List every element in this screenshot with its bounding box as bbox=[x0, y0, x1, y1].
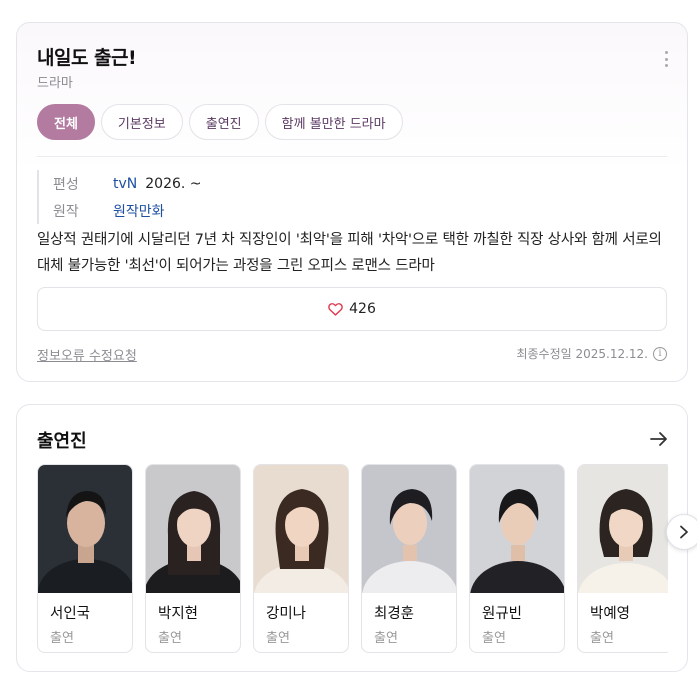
divider bbox=[37, 156, 667, 157]
cast-member-card[interactable]: 강미나 출연 bbox=[253, 464, 349, 653]
tab-cast[interactable]: 출연진 bbox=[188, 104, 259, 140]
cast-section-title: 출연진 bbox=[37, 431, 87, 452]
cast-member-card[interactable]: 박예영 출연 bbox=[577, 464, 668, 653]
cast-photo bbox=[38, 465, 132, 593]
broadcast-label: 편성 bbox=[53, 176, 79, 193]
cast-list: 서인국 출연 박지현 출연 강미나 출연 최경훈 출연 원규빈 출연 박예영 출… bbox=[37, 464, 668, 653]
cast-member-card[interactable]: 원규빈 출연 bbox=[469, 464, 565, 653]
more-vertical-icon[interactable] bbox=[661, 51, 671, 67]
cast-photo bbox=[254, 465, 348, 593]
tab-bar: 전체 기본정보 출연진 함께 볼만한 드라마 bbox=[37, 104, 403, 140]
drama-category: 드라마 bbox=[37, 76, 73, 91]
like-count: 426 bbox=[349, 301, 376, 317]
broadcast-date: 2026. ~ bbox=[145, 175, 202, 192]
tab-similar-dramas[interactable]: 함께 볼만한 드라마 bbox=[264, 104, 403, 140]
cast-name: 박지현 bbox=[158, 606, 199, 622]
cast-member-card[interactable]: 박지현 출연 bbox=[145, 464, 241, 653]
cast-photo bbox=[470, 465, 564, 593]
tab-all[interactable]: 전체 bbox=[37, 104, 95, 140]
cast-photo bbox=[146, 465, 240, 593]
info-icon[interactable]: i bbox=[653, 346, 667, 361]
last-updated-text: 최종수정일 2025.12.12. bbox=[516, 347, 648, 361]
cast-role: 출연 bbox=[374, 631, 398, 646]
cast-member-card[interactable]: 최경훈 출연 bbox=[361, 464, 457, 653]
cast-name: 최경훈 bbox=[374, 606, 415, 622]
drama-info-card: 내일도 출근! 드라마 전체 기본정보 출연진 함께 볼만한 드라마 편성 tv… bbox=[16, 22, 688, 382]
cast-photo bbox=[578, 465, 668, 593]
broadcast-channel-link[interactable]: tvN bbox=[113, 176, 137, 192]
cast-name: 원규빈 bbox=[482, 606, 523, 622]
cast-role: 출연 bbox=[482, 631, 506, 646]
cast-name: 박예영 bbox=[590, 606, 631, 622]
cast-role: 출연 bbox=[50, 631, 74, 646]
cast-role: 출연 bbox=[266, 631, 290, 646]
cast-photo bbox=[362, 465, 456, 593]
cast-role: 출연 bbox=[158, 631, 182, 646]
original-row: 원작 원작만화 bbox=[53, 197, 202, 224]
chevron-right-icon bbox=[680, 525, 688, 539]
synopsis-text: 일상적 권태기에 시달리던 7년 차 직장인이 '최악'을 피해 '차악'으로 … bbox=[37, 232, 662, 274]
tab-basic-info[interactable]: 기본정보 bbox=[100, 104, 183, 140]
cast-name: 강미나 bbox=[266, 606, 307, 622]
arrow-right-icon[interactable] bbox=[649, 431, 669, 447]
broadcast-row: 편성 tvN 2026. ~ bbox=[53, 170, 202, 197]
cast-role: 출연 bbox=[590, 631, 614, 646]
cast-name: 서인국 bbox=[50, 606, 91, 622]
report-error-link[interactable]: 정보오류 수정요청 bbox=[37, 345, 137, 364]
heart-icon bbox=[328, 303, 343, 316]
original-label: 원작 bbox=[53, 203, 79, 220]
meta-info: 편성 tvN 2026. ~ 원작 원작만화 bbox=[37, 170, 202, 224]
cast-next-button[interactable] bbox=[666, 514, 697, 550]
drama-title: 내일도 출근! bbox=[37, 47, 137, 69]
cast-member-card[interactable]: 서인국 출연 bbox=[37, 464, 133, 653]
like-button[interactable]: 426 bbox=[37, 287, 667, 331]
cast-card: 출연진 서인국 출연 박지현 출연 강미나 출연 최경훈 출연 원규빈 출연 박… bbox=[16, 404, 697, 672]
original-work-link[interactable]: 원작만화 bbox=[113, 201, 165, 221]
last-updated: 최종수정일 2025.12.12. i bbox=[516, 345, 667, 362]
